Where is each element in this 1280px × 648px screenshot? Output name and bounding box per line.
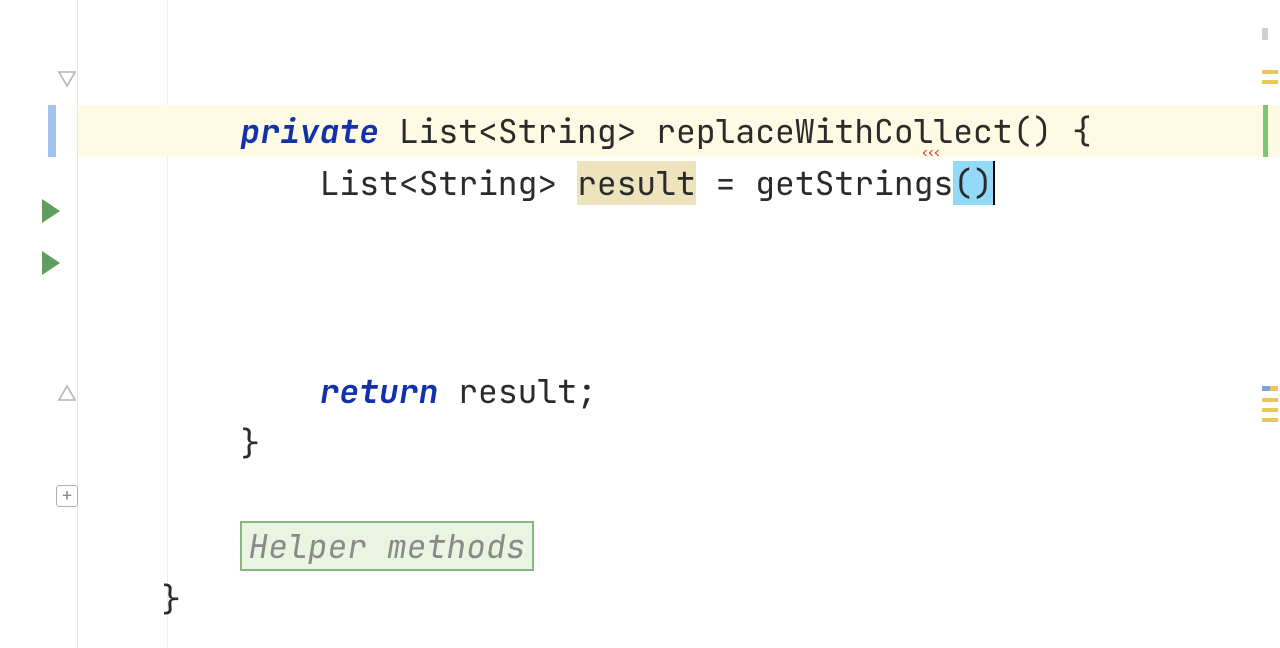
- marker-warning[interactable]: [1262, 70, 1278, 74]
- indent: [161, 421, 240, 465]
- marker-change[interactable]: [1263, 105, 1268, 157]
- code-editor[interactable]: private List<String> replaceWithCollect(…: [78, 0, 1280, 648]
- fold-collapse-end-icon[interactable]: [55, 380, 79, 404]
- current-line-gutter-highlight: [48, 105, 56, 157]
- folded-region[interactable]: Helper methods: [78, 469, 1280, 521]
- run-icon[interactable]: [42, 199, 60, 223]
- text-cursor: [993, 161, 995, 205]
- code-text: =: [696, 161, 755, 205]
- code-line[interactable]: }: [78, 521, 1280, 573]
- code-line-current[interactable]: List<String> result = getStrings(): [78, 105, 1280, 157]
- brace: }: [161, 577, 181, 621]
- fold-collapse-icon[interactable]: [55, 68, 79, 92]
- brace: }: [240, 421, 260, 465]
- marker-warning[interactable]: [1262, 80, 1278, 84]
- highlighted-identifier: result: [577, 161, 696, 205]
- editor-gutter: +: [0, 0, 78, 648]
- expand-plus-icon[interactable]: +: [56, 485, 78, 507]
- matched-parens: (): [953, 161, 993, 205]
- marker-warning[interactable]: [1262, 398, 1278, 402]
- code-text: List<String>: [320, 161, 577, 205]
- error-squiggle: [923, 150, 941, 156]
- code-line[interactable]: }: [78, 365, 1280, 417]
- marker-info[interactable]: [1262, 28, 1268, 40]
- code-line[interactable]: return result;: [78, 313, 1280, 365]
- code-line[interactable]: private List<String> replaceWithCollect(…: [78, 53, 1280, 105]
- marker-warning[interactable]: [1262, 418, 1278, 422]
- error-stripe[interactable]: [1260, 0, 1280, 648]
- marker-mixed[interactable]: [1262, 386, 1278, 391]
- marker-warning[interactable]: [1262, 408, 1278, 412]
- indent: [161, 161, 319, 205]
- method-call: getStrings: [755, 161, 953, 205]
- run-icon[interactable]: [42, 251, 60, 275]
